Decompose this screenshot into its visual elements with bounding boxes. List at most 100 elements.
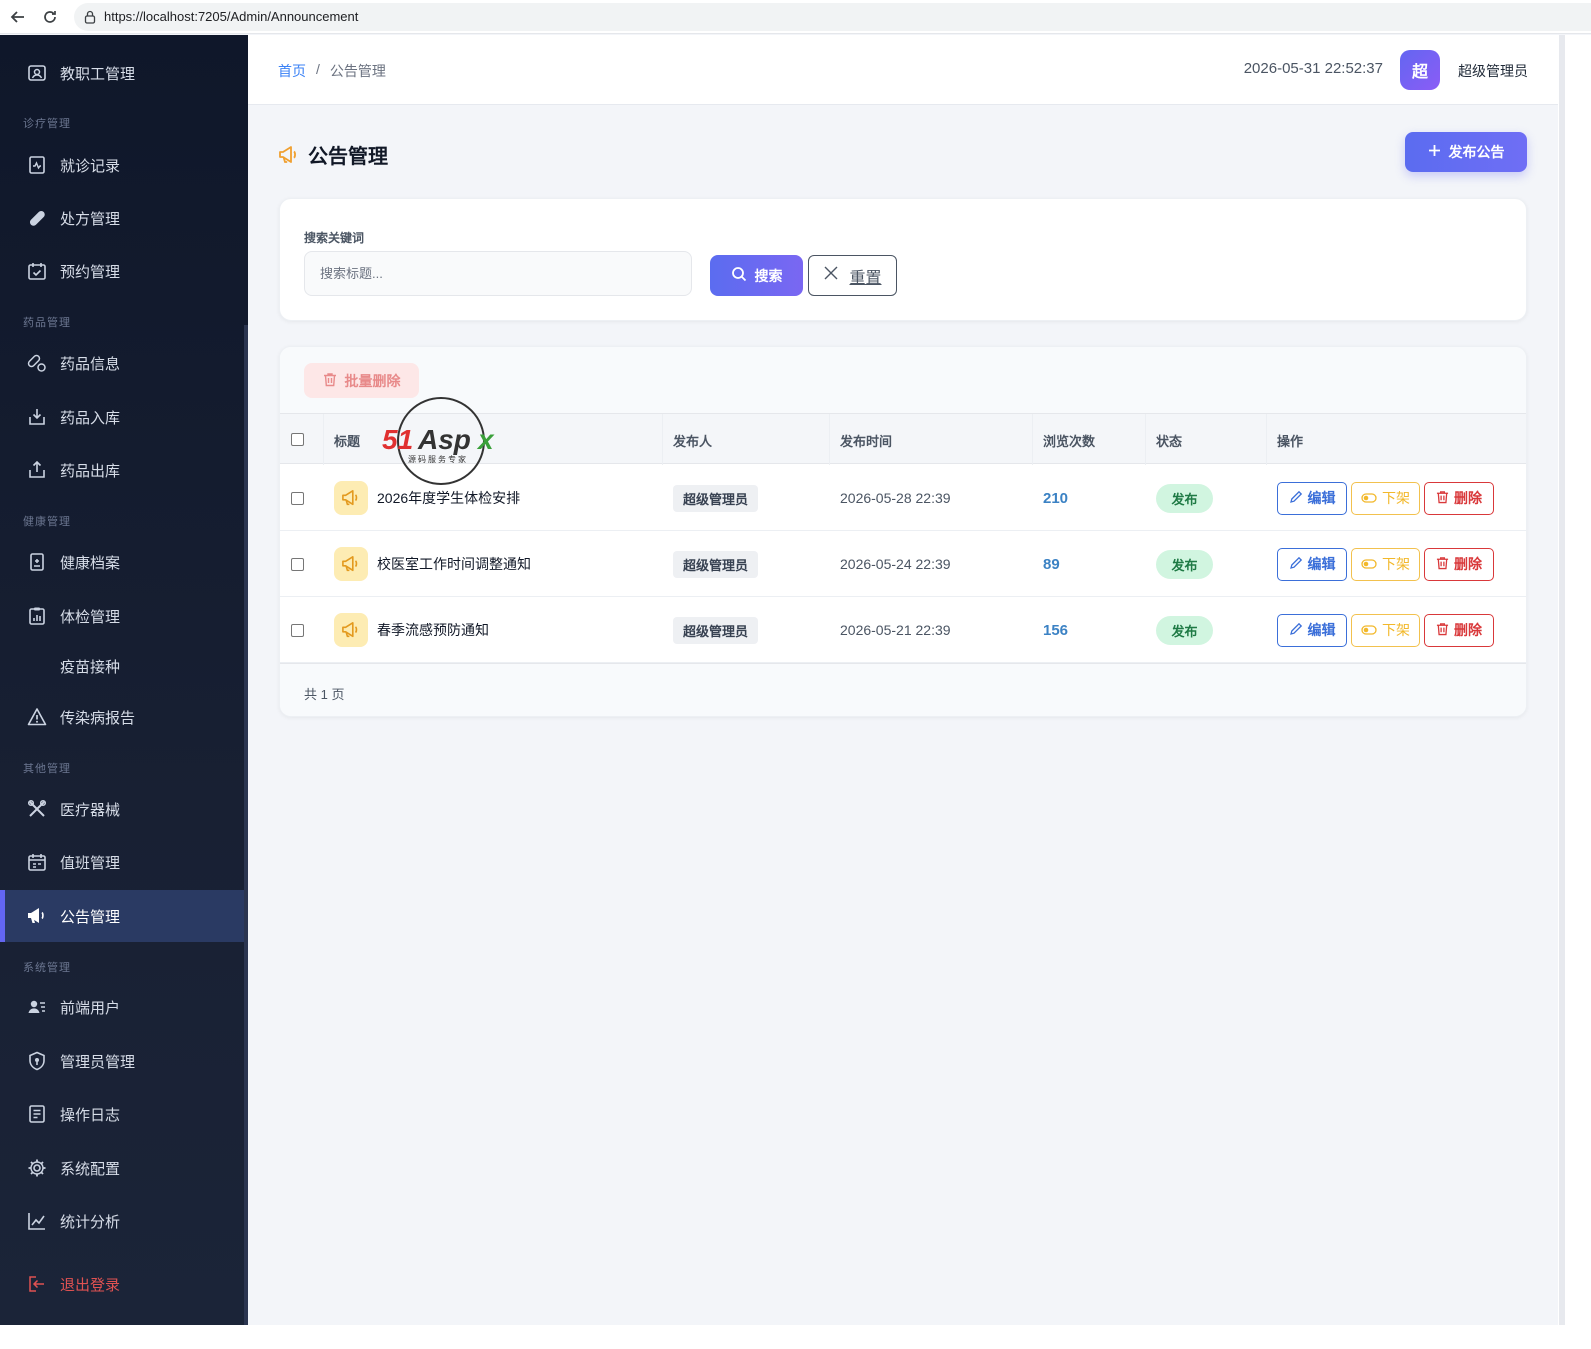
reset-button[interactable]: 重置 xyxy=(808,255,897,296)
health-file-icon xyxy=(26,551,48,573)
edit-button[interactable]: 编辑 xyxy=(1277,613,1347,647)
announcement-title[interactable]: 2026年度学生体检安排 xyxy=(377,488,520,508)
sidebar-item-prescriptions[interactable]: 处方管理 xyxy=(0,192,248,244)
delete-button[interactable]: 删除 xyxy=(1424,547,1494,581)
sidebar-item-label: 传染病报告 xyxy=(60,709,136,727)
offline-button[interactable]: 下架 xyxy=(1351,613,1420,647)
pencil-icon xyxy=(1289,556,1303,573)
sidebar-item-label: 疫苗接种 xyxy=(60,658,121,676)
scrollbar-thumb[interactable] xyxy=(1559,35,1565,1325)
calendar-check-icon xyxy=(26,260,48,282)
edit-button[interactable]: 编辑 xyxy=(1277,547,1347,581)
sidebar-item-label: 公告管理 xyxy=(60,908,121,926)
trash-icon xyxy=(323,372,337,390)
column-header-views[interactable]: 浏览次数 xyxy=(1043,431,1095,450)
avatar[interactable]: 超 xyxy=(1400,50,1440,90)
offline-label: 下架 xyxy=(1382,556,1410,572)
sidebar-item-frontend-users[interactable]: 前端用户 xyxy=(0,981,248,1033)
reload-button[interactable] xyxy=(36,3,64,31)
back-button[interactable] xyxy=(4,3,32,31)
toggle-icon xyxy=(1361,622,1377,638)
table-row: 校医室工作时间调整通知 超级管理员 2026-05-24 22:39 89 发布… xyxy=(280,531,1526,597)
row-checkbox[interactable] xyxy=(291,623,304,637)
megaphone-icon xyxy=(334,481,368,515)
address-bar[interactable]: https://localhost:7205/Admin/Announcemen… xyxy=(74,2,1591,31)
row-checkbox-cell xyxy=(291,531,304,597)
breadcrumb-home-link[interactable]: 首页 xyxy=(278,61,306,81)
sidebar-item-vaccination[interactable]: 疫苗接种 xyxy=(0,640,248,692)
row-checkbox[interactable] xyxy=(291,491,304,505)
delete-button[interactable]: 删除 xyxy=(1424,481,1494,515)
medical-record-icon xyxy=(26,154,48,176)
back-arrow-icon xyxy=(10,10,24,23)
views-cell: 89 xyxy=(1043,531,1060,597)
search-input[interactable] xyxy=(304,251,692,296)
status-cell: 发布 xyxy=(1156,465,1213,531)
actions-cell: 编辑 下架 删除 xyxy=(1277,531,1498,597)
column-header-publish-time[interactable]: 发布时间 xyxy=(840,431,892,450)
breadcrumb-separator: / xyxy=(316,61,320,77)
delete-label: 删除 xyxy=(1454,490,1482,506)
sidebar-item-statistics[interactable]: 统计分析 xyxy=(0,1195,248,1247)
url-text: https://localhost:7205/Admin/Announcemen… xyxy=(104,9,359,24)
batch-delete-button[interactable]: 批量删除 xyxy=(304,363,419,398)
box-in-icon xyxy=(26,406,48,428)
sidebar-item-drug-info[interactable]: 药品信息 xyxy=(0,337,248,389)
sidebar-item-physical-exam[interactable]: 体检管理 xyxy=(0,590,248,642)
delete-button[interactable]: 删除 xyxy=(1424,613,1494,647)
time-cell: 2026-05-24 22:39 xyxy=(840,531,951,597)
top-header: 首页 / 公告管理 2026-05-31 22:52:37 超 超级管理员 xyxy=(248,35,1558,105)
search-button[interactable]: 搜索 xyxy=(710,255,803,296)
column-header-title[interactable]: 标题 xyxy=(334,431,360,450)
offline-button[interactable]: 下架 xyxy=(1351,547,1420,581)
sidebar-item-label: 体检管理 xyxy=(60,608,121,626)
publish-announcement-button[interactable]: 发布公告 xyxy=(1405,132,1527,172)
column-header-publisher[interactable]: 发布人 xyxy=(673,431,712,450)
sidebar-item-label: 系统配置 xyxy=(60,1160,121,1178)
sidebar-item-duty[interactable]: 值班管理 xyxy=(0,836,248,888)
column-divider xyxy=(662,414,663,465)
sidebar-item-medical-devices[interactable]: 医疗器械 xyxy=(0,783,248,835)
view-count: 89 xyxy=(1043,555,1060,573)
column-divider xyxy=(1032,414,1033,465)
column-divider xyxy=(1145,414,1146,465)
page-scrollbar[interactable] xyxy=(1558,35,1591,1325)
column-header-actions: 操作 xyxy=(1277,434,1304,449)
row-checkbox-cell xyxy=(291,465,304,531)
announcement-title[interactable]: 校医室工作时间调整通知 xyxy=(377,554,531,574)
sidebar-item-operation-logs[interactable]: 操作日志 xyxy=(0,1088,248,1140)
sidebar-item-appointments[interactable]: 预约管理 xyxy=(0,245,248,297)
sidebar-item-staff[interactable]: 教职工管理 xyxy=(0,47,248,99)
select-all-checkbox[interactable] xyxy=(291,433,304,446)
sidebar-item-admins[interactable]: 管理员管理 xyxy=(0,1035,248,1087)
sidebar-item-drug-outbound[interactable]: 药品出库 xyxy=(0,444,248,496)
status-badge: 发布 xyxy=(1156,549,1213,579)
box-out-icon xyxy=(26,459,48,481)
sidebar-item-announcements[interactable]: 公告管理 xyxy=(0,890,248,942)
status-badge: 发布 xyxy=(1156,483,1213,513)
search-icon xyxy=(731,266,747,285)
publisher-cell: 超级管理员 xyxy=(673,597,759,663)
sidebar-item-drug-inbound[interactable]: 药品入库 xyxy=(0,391,248,443)
sidebar-item-health-files[interactable]: 健康档案 xyxy=(0,536,248,588)
column-header-status[interactable]: 状态 xyxy=(1156,431,1182,450)
user-name[interactable]: 超级管理员 xyxy=(1458,61,1528,81)
sidebar-group-label: 诊疗管理 xyxy=(23,118,71,130)
edit-button[interactable]: 编辑 xyxy=(1277,481,1347,515)
time-cell: 2026-05-21 22:39 xyxy=(840,597,951,663)
sidebar-item-infectious-report[interactable]: 传染病报告 xyxy=(0,691,248,743)
edit-label: 编辑 xyxy=(1307,622,1336,638)
sidebar-group-label: 药品管理 xyxy=(23,317,71,329)
sidebar-scrollbar[interactable] xyxy=(244,325,248,1325)
sidebar-item-system-config[interactable]: 系统配置 xyxy=(0,1142,248,1194)
offline-button[interactable]: 下架 xyxy=(1351,481,1420,515)
sidebar-item-logout[interactable]: 退出登录 xyxy=(0,1258,248,1310)
status-cell: 发布 xyxy=(1156,597,1213,663)
announcement-title[interactable]: 春季流感预防通知 xyxy=(377,620,489,640)
views-cell: 156 xyxy=(1043,597,1068,663)
sidebar-item-visit-records[interactable]: 就诊记录 xyxy=(0,139,248,191)
publisher-cell: 超级管理员 xyxy=(673,465,759,531)
sidebar-item-label: 预约管理 xyxy=(60,263,121,281)
row-checkbox[interactable] xyxy=(291,557,304,571)
view-count: 210 xyxy=(1043,489,1069,507)
